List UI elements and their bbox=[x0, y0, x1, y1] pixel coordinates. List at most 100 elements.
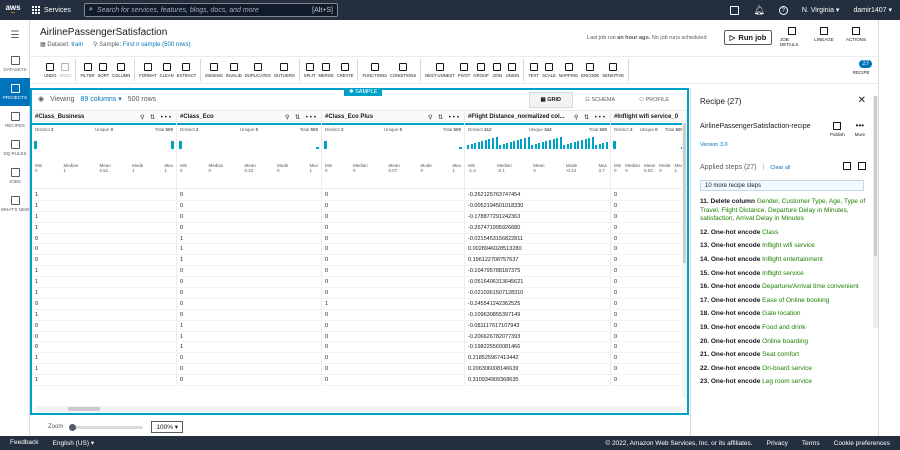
user-menu[interactable]: damir1407 ▾ bbox=[853, 6, 892, 14]
recipe-step[interactable]: 13. One-hot encode Inflight wifi service bbox=[700, 240, 868, 254]
table-cell[interactable]: 0 bbox=[322, 222, 465, 233]
services-menu[interactable]: Services bbox=[32, 6, 71, 14]
table-cell[interactable]: 0 bbox=[322, 288, 465, 298]
table-cell[interactable]: 0 bbox=[177, 353, 322, 364]
redo-button[interactable]: REDO bbox=[58, 62, 72, 78]
feedback-link[interactable]: Feedback bbox=[10, 439, 39, 447]
split-button[interactable]: SPLIT bbox=[303, 62, 317, 78]
join-button[interactable]: JOIN bbox=[491, 62, 504, 78]
mapping-button[interactable]: MAPPING bbox=[558, 62, 579, 78]
global-search-input[interactable]: ⌕ Search for services, features, blogs, … bbox=[84, 3, 338, 17]
table-cell[interactable]: 1 bbox=[322, 298, 465, 309]
horizontal-scrollbar[interactable] bbox=[36, 406, 682, 412]
table-cell[interactable]: 1 bbox=[32, 222, 177, 233]
table-cell[interactable]: 1 bbox=[32, 190, 177, 200]
help-icon[interactable]: ? bbox=[778, 5, 788, 15]
table-cell[interactable]: 0 bbox=[177, 211, 322, 222]
recipe-step[interactable]: 22. One-hot encode On-board service bbox=[700, 363, 868, 377]
sidebar-item-dq-rules[interactable]: DQ RULES bbox=[0, 134, 30, 162]
table-cell[interactable]: 0 bbox=[611, 255, 687, 266]
table-cell[interactable]: 0 bbox=[611, 342, 687, 353]
table-cell[interactable]: 1 bbox=[32, 375, 177, 386]
close-icon[interactable]: ✕ bbox=[858, 95, 866, 106]
tab-schema[interactable]: ☷ SCHEMA bbox=[573, 92, 627, 108]
table-cell[interactable]: 0 bbox=[611, 222, 687, 233]
table-cell[interactable]: -0.0516406313645621 bbox=[465, 277, 611, 288]
table-cell[interactable]: -0.262125763747454 bbox=[465, 190, 611, 200]
clear-all-link[interactable]: Clear all bbox=[770, 165, 790, 171]
table-cell[interactable]: 0 bbox=[177, 190, 322, 200]
sidebar-item-what-s-new[interactable]: WHAT'S NEW bbox=[0, 190, 30, 218]
table-cell[interactable]: -0.0210361507128310 bbox=[465, 288, 611, 298]
notifications-icon[interactable]: 🔔︎ bbox=[753, 5, 764, 16]
recipe-step[interactable]: 14. One-hot encode Inflight entertainmen… bbox=[700, 254, 868, 268]
terms-link[interactable]: Terms bbox=[802, 440, 820, 447]
recipe-step[interactable]: 20. One-hot encode Online boarding bbox=[700, 336, 868, 350]
sample-link[interactable]: First n sample (500 rows) bbox=[123, 42, 191, 48]
cloudshell-icon[interactable] bbox=[730, 5, 740, 15]
dataset-link[interactable]: train bbox=[71, 42, 83, 48]
table-cell[interactable]: -0.245541242362525 bbox=[465, 298, 611, 309]
table-cell[interactable]: 0.206306008146639 bbox=[465, 364, 611, 375]
table-cell[interactable]: 1 bbox=[32, 277, 177, 288]
column-header[interactable]: # Class_Eco ⚲ ⇅ ••• bbox=[177, 111, 322, 123]
table-cell[interactable]: 0 bbox=[177, 364, 322, 375]
table-cell[interactable]: -0.081117617107943 bbox=[465, 320, 611, 331]
conditions-button[interactable]: CONDITIONS bbox=[389, 62, 417, 78]
table-cell[interactable]: 0 bbox=[322, 211, 465, 222]
table-cell[interactable]: 1 bbox=[177, 244, 322, 255]
tab-profile[interactable]: ⚇ PROFILE bbox=[627, 92, 681, 108]
columns-selector[interactable]: 89 columns ▾ bbox=[81, 95, 122, 103]
table-cell[interactable]: 0 bbox=[322, 190, 465, 200]
table-cell[interactable]: 1 bbox=[32, 364, 177, 375]
table-cell[interactable]: 0 bbox=[322, 375, 465, 386]
job-details-button[interactable]: JOB DETAILS bbox=[780, 27, 804, 47]
menu-toggle[interactable]: ☰ bbox=[0, 20, 30, 50]
table-cell[interactable]: 0 bbox=[177, 298, 322, 309]
table-cell[interactable]: -0.109630855397149 bbox=[465, 309, 611, 320]
privacy-link[interactable]: Privacy bbox=[767, 440, 788, 447]
table-cell[interactable]: 0 bbox=[611, 331, 687, 342]
more-button[interactable]: ••• More bbox=[855, 122, 865, 138]
language-selector[interactable]: English (US) ▾ bbox=[53, 439, 95, 447]
recipe-toggle-button[interactable]: 27 RECIPE bbox=[850, 60, 872, 75]
recipe-step[interactable]: 15. One-hot encode Inflight service bbox=[700, 268, 868, 282]
table-cell[interactable]: 0 bbox=[322, 233, 465, 244]
table-cell[interactable]: 0 bbox=[611, 353, 687, 364]
invalid-button[interactable]: INVALID bbox=[225, 62, 243, 78]
table-cell[interactable]: 0 bbox=[177, 309, 322, 320]
table-cell[interactable]: 0 bbox=[611, 266, 687, 277]
column-header[interactable]: # Flight Distance_normalized col... ⚲ ⇅ •… bbox=[465, 111, 611, 123]
table-cell[interactable]: 0 bbox=[611, 190, 687, 200]
zoom-select[interactable]: 100% ▾ bbox=[151, 421, 184, 433]
table-cell[interactable]: 1 bbox=[32, 353, 177, 364]
table-cell[interactable]: 0 bbox=[611, 375, 687, 386]
column-actions-icon[interactable]: ⚲ ⇅ ••• bbox=[140, 114, 173, 121]
table-cell[interactable]: 0 bbox=[322, 200, 465, 211]
table-cell[interactable]: 1 bbox=[177, 233, 322, 244]
table-cell[interactable]: 0 bbox=[32, 298, 177, 309]
create-button[interactable]: CREATE bbox=[336, 62, 355, 78]
table-cell[interactable]: -0.178877291242363 bbox=[465, 211, 611, 222]
table-cell[interactable]: -0.0052194501018330 bbox=[465, 200, 611, 211]
sidebar-item-projects[interactable]: PROJECTS bbox=[0, 78, 30, 106]
add-step-icon[interactable] bbox=[843, 162, 851, 170]
table-cell[interactable]: -0.0215453156822811 bbox=[465, 233, 611, 244]
table-cell[interactable]: 1 bbox=[32, 211, 177, 222]
table-cell[interactable]: 0 bbox=[611, 320, 687, 331]
column-actions-icon[interactable]: ⚲ ⇅ ••• bbox=[428, 114, 461, 121]
table-cell[interactable]: 0 bbox=[322, 364, 465, 375]
text-button[interactable]: TEXT bbox=[527, 62, 540, 78]
table-cell[interactable]: -0.198225560081466 bbox=[465, 342, 611, 353]
table-cell[interactable]: 0.0028946028513280 bbox=[465, 244, 611, 255]
vertical-scrollbar[interactable] bbox=[682, 123, 687, 398]
table-cell[interactable]: 1 bbox=[177, 331, 322, 342]
more-recipe-steps[interactable]: 10 more recipe steps bbox=[700, 180, 864, 191]
column-header[interactable]: # Class_Business ⚲ ⇅ ••• bbox=[32, 111, 177, 123]
table-cell[interactable]: 0 bbox=[322, 320, 465, 331]
table-cell[interactable]: 0 bbox=[177, 266, 322, 277]
recipe-view-icon[interactable] bbox=[858, 162, 866, 170]
tab-grid[interactable]: ▦ GRID bbox=[528, 92, 573, 108]
sort-button[interactable]: SORT bbox=[97, 62, 111, 78]
union-button[interactable]: UNION bbox=[505, 62, 521, 78]
